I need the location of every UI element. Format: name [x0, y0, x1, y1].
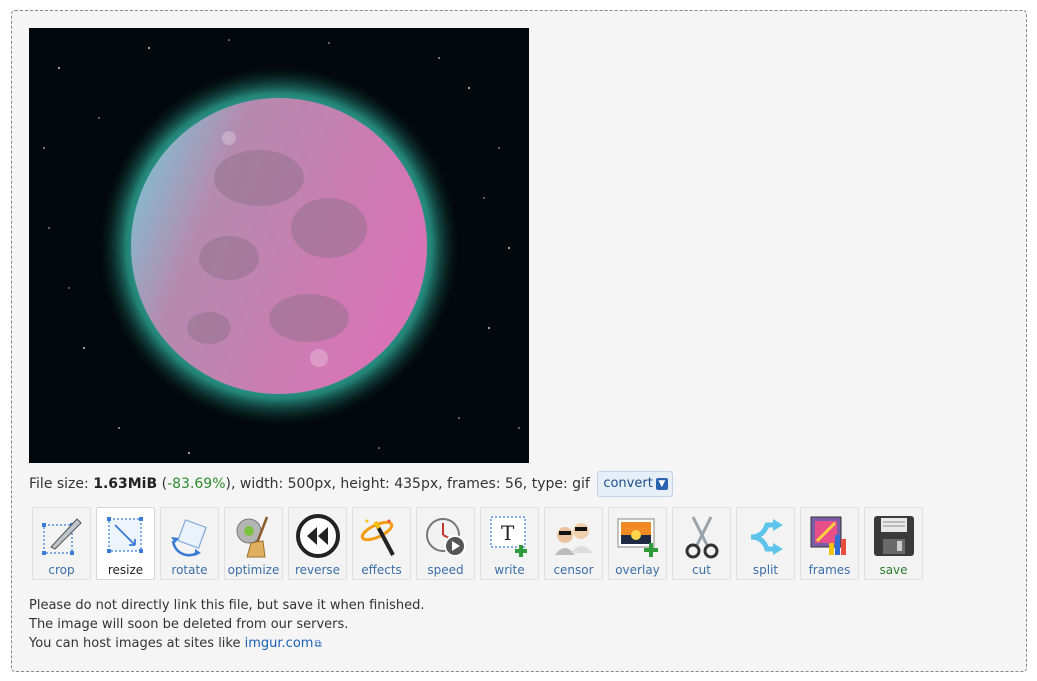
write-icon: T [490, 516, 527, 557]
crop-icon [42, 518, 82, 555]
tool-label: split [752, 563, 779, 577]
cut-icon [685, 516, 719, 559]
censor-icon [555, 523, 593, 555]
tool-label: overlay [615, 563, 660, 577]
tool-bar: crop resize rotate optimize reverse effe… [32, 507, 923, 580]
tool-speed-button[interactable]: speed [416, 507, 475, 580]
tool-optimize-button[interactable]: optimize [224, 507, 283, 580]
file-dimensions: ), width: 500px, height: 435px, frames: … [225, 476, 590, 492]
tool-label: speed [427, 563, 464, 577]
tool-resize-button[interactable]: resize [96, 507, 155, 580]
imgur-link[interactable]: imgur.com [245, 636, 314, 651]
tool-write-button[interactable]: T write [480, 507, 539, 580]
save-icon [874, 516, 914, 556]
tool-label: write [494, 563, 525, 577]
frames-icon [810, 516, 846, 555]
notice-line-2: The image will soon be deleted from our … [29, 617, 349, 632]
tool-label: rotate [171, 563, 208, 577]
split-icon [750, 519, 783, 555]
tool-label: effects [361, 563, 402, 577]
external-link-icon: ⧉ [314, 639, 322, 650]
tool-label: reverse [294, 563, 341, 577]
resize-icon [107, 517, 143, 553]
effects-icon [360, 519, 395, 556]
tool-rotate-button[interactable]: rotate [160, 507, 219, 580]
speed-icon [426, 518, 466, 557]
tool-label: cut [692, 563, 711, 577]
tool-reverse-button[interactable]: reverse [288, 507, 347, 580]
tool-frames-button[interactable]: frames [800, 507, 859, 580]
tool-label: frames [808, 563, 851, 577]
rotate-icon [171, 519, 207, 557]
tool-label: save [879, 563, 908, 577]
reverse-icon [296, 514, 340, 558]
download-arrow-icon: ▼ [655, 478, 668, 490]
overlay-icon [617, 518, 658, 557]
paren-open: ( [157, 476, 168, 492]
tool-label: crop [48, 563, 75, 577]
tool-label: resize [107, 563, 144, 577]
gif-preview-image [29, 28, 529, 463]
size-reduction: -83.69% [167, 476, 226, 492]
file-size-value: 1.63MiB [93, 476, 158, 492]
tool-cut-button[interactable]: cut [672, 507, 731, 580]
optimize-icon [236, 516, 269, 558]
notice-line-3-prefix: You can host images at sites like [29, 636, 245, 651]
tool-save-button[interactable]: save [864, 507, 923, 580]
tool-label: censor [553, 563, 594, 577]
notice-text: Please do not directly link this file, b… [29, 596, 425, 654]
notice-line-3: You can host images at sites like imgur.… [29, 634, 425, 654]
file-info: File size: 1.63MiB (-83.69%), width: 500… [29, 471, 673, 497]
editor-panel: File size: 1.63MiB (-83.69%), width: 500… [11, 10, 1027, 672]
convert-button[interactable]: convert ▼ [597, 471, 673, 497]
tool-label: optimize [227, 563, 280, 577]
tool-overlay-button[interactable]: overlay [608, 507, 667, 580]
convert-label: convert [603, 476, 653, 491]
tool-effects-button[interactable]: effects [352, 507, 411, 580]
tool-censor-button[interactable]: censor [544, 507, 603, 580]
notice-line-1: Please do not directly link this file, b… [29, 598, 425, 613]
tool-crop-button[interactable]: crop [32, 507, 91, 580]
file-size-label: File size: [29, 476, 94, 492]
svg-text:T: T [501, 521, 515, 545]
tool-split-button[interactable]: split [736, 507, 795, 580]
